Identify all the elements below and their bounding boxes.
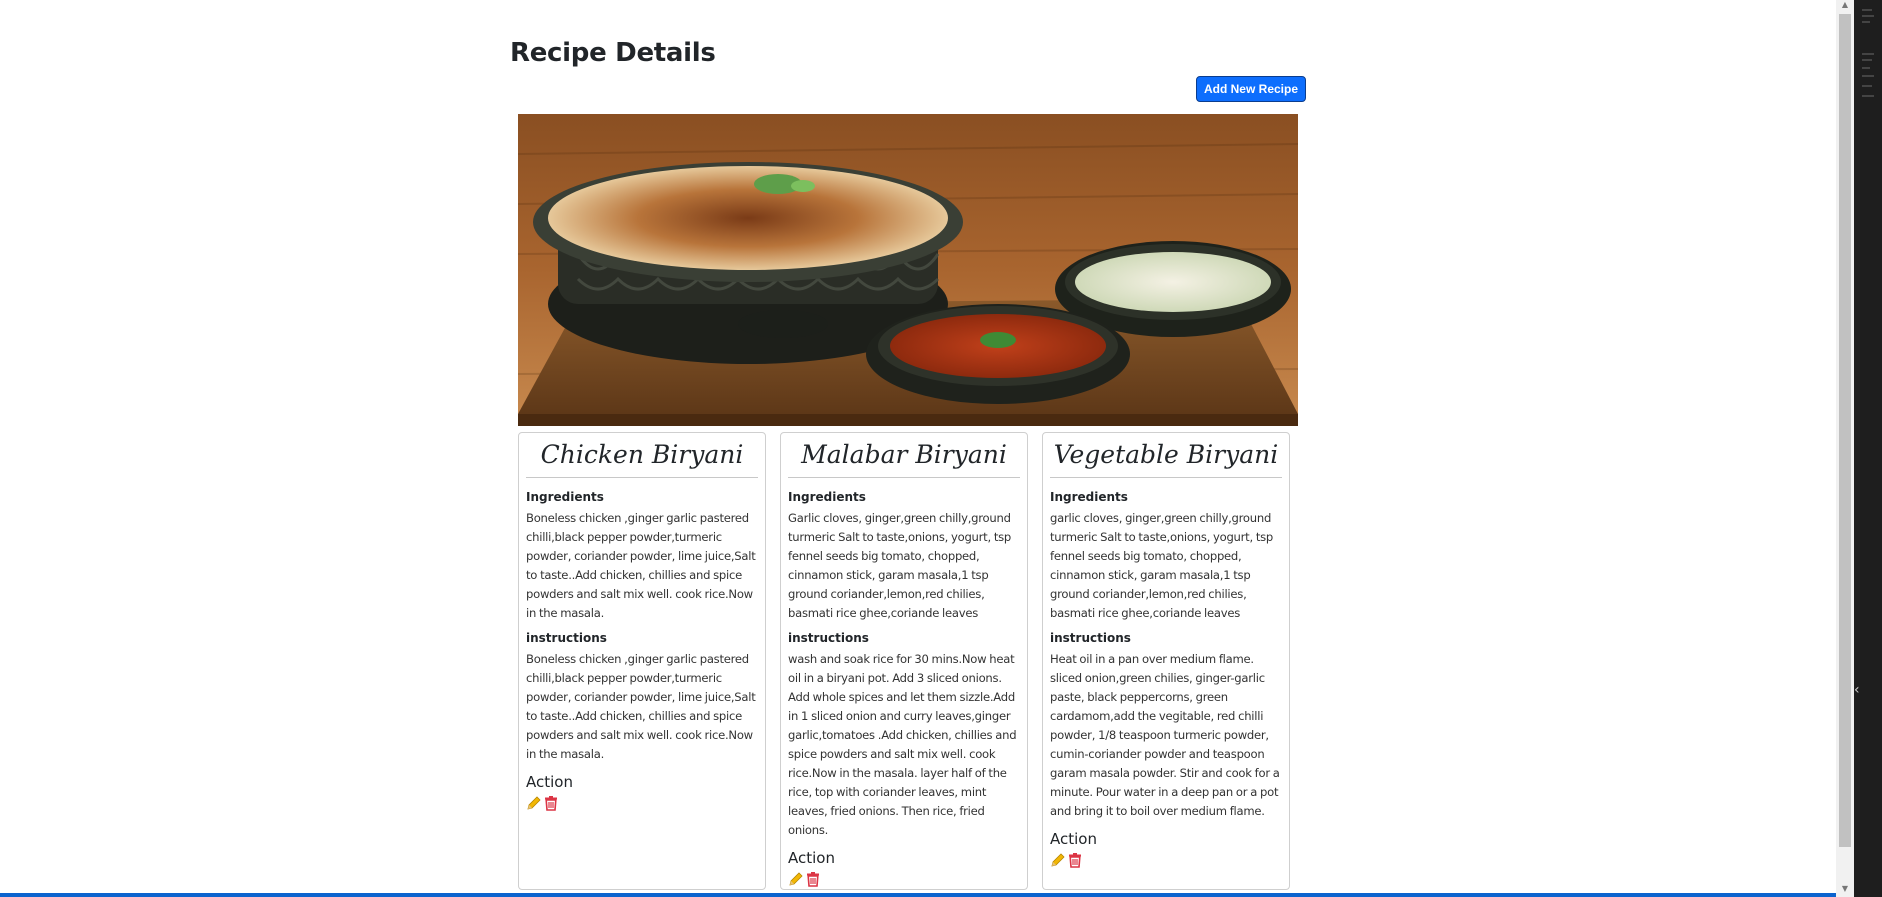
action-label: Action [526, 773, 573, 791]
add-new-recipe-button[interactable]: Add New Recipe [1196, 76, 1306, 102]
recipe-card: Chicken Biryani Ingredients Boneless chi… [518, 432, 766, 890]
action-label: Action [788, 849, 835, 867]
scroll-down-arrow-icon[interactable]: ▼ [1840, 884, 1850, 894]
recipe-name: Malabar Biryani [801, 440, 1007, 469]
recipe-name: Vegetable Biryani [1053, 440, 1279, 469]
divider [526, 477, 758, 478]
ingredients-label: Ingredients [1050, 490, 1128, 504]
ingredients-label: Ingredients [526, 490, 604, 504]
scroll-up-arrow-icon[interactable]: ▲ [1840, 0, 1850, 10]
page-title: Recipe Details [510, 38, 716, 68]
recipe-card: Vegetable Biryani Ingredients garlic clo… [1042, 432, 1290, 890]
instructions-label: instructions [1050, 631, 1131, 645]
chevron-left-icon[interactable]: ‹ [1854, 680, 1866, 700]
minimap-lines [1862, 9, 1874, 97]
recipe-actions [526, 794, 758, 812]
pencil-icon[interactable] [1050, 852, 1066, 868]
instructions-label: instructions [526, 631, 607, 645]
recipe-card: Malabar Biryani Ingredients Garlic clove… [780, 432, 1028, 890]
instructions-text: Heat oil in a pan over medium flame. sli… [1050, 652, 1280, 818]
action-label: Action [1050, 830, 1097, 848]
bottom-status-bar [0, 893, 1836, 897]
trash-icon[interactable] [1067, 852, 1083, 868]
recipe-actions [788, 870, 1020, 888]
ingredients-text: Boneless chicken ,ginger garlic pastered… [526, 511, 756, 620]
trash-icon[interactable] [543, 795, 559, 811]
biryani-photo [518, 114, 1298, 426]
hero-image [518, 114, 1298, 426]
ingredients-text: Garlic cloves, ginger,green chilly,groun… [788, 511, 1012, 620]
devtools-side-panel: ‹ [1854, 0, 1882, 897]
instructions-label: instructions [788, 631, 869, 645]
instructions-text: wash and soak rice for 30 mins.Now heat … [788, 652, 1017, 837]
pencil-icon[interactable] [526, 795, 542, 811]
recipe-name: Chicken Biryani [540, 440, 744, 469]
vertical-scrollbar-thumb[interactable] [1839, 14, 1851, 847]
divider [1050, 477, 1282, 478]
ingredients-text: garlic cloves, ginger,green chilly,groun… [1050, 511, 1274, 620]
ingredients-label: Ingredients [788, 490, 866, 504]
instructions-text: Boneless chicken ,ginger garlic pastered… [526, 652, 756, 761]
pencil-icon[interactable] [788, 871, 804, 887]
recipe-actions [1050, 851, 1282, 869]
divider [788, 477, 1020, 478]
trash-icon[interactable] [805, 871, 821, 887]
